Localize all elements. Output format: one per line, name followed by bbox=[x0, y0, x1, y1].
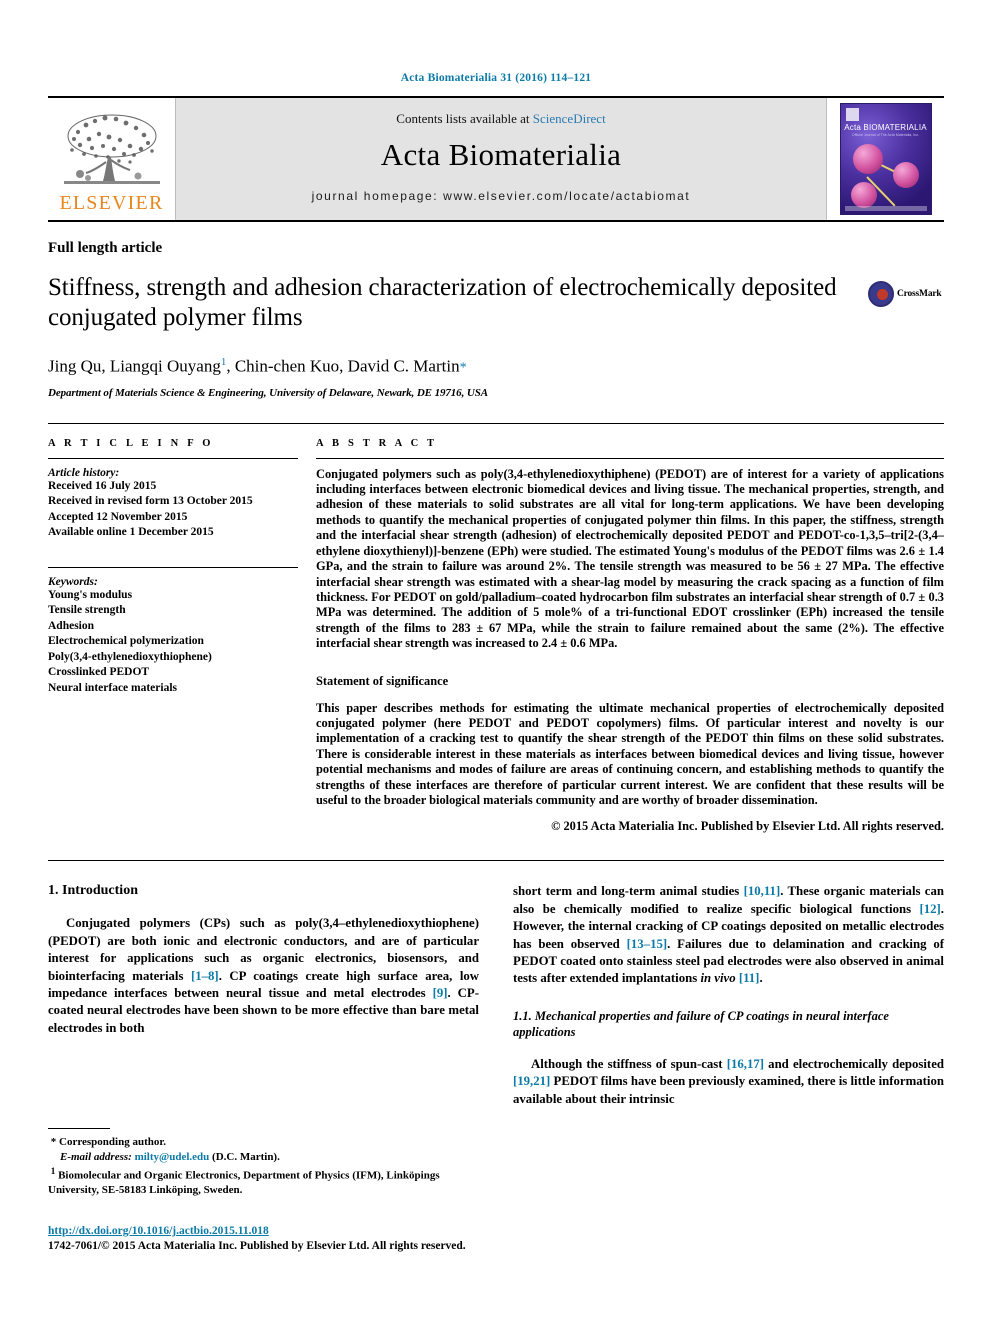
article-type: Full length article bbox=[48, 240, 163, 256]
in-vivo-italic: in vivo bbox=[700, 971, 736, 986]
keyword-item: Adhesion bbox=[48, 619, 95, 632]
keyword-item: Poly(3,4-ethylenedioxythiophene) bbox=[48, 650, 212, 663]
sub-text-a: Although the stiffness of spun-cast bbox=[531, 1056, 727, 1071]
keyword-item: Crosslinked PEDOT bbox=[48, 666, 150, 679]
cover-title: Acta BIOMATERIALIA bbox=[844, 123, 927, 132]
right-text-e: . bbox=[759, 971, 763, 986]
keyword-item: Young's modulus bbox=[48, 588, 133, 601]
corresponding-marker: * bbox=[50, 1136, 57, 1148]
intro-paragraph-right: short term and long-term animal studies … bbox=[513, 883, 944, 987]
history-item: Received in revised form 13 October 2015 bbox=[48, 495, 253, 508]
citation-ref[interactable]: [9] bbox=[433, 986, 448, 1000]
citation-ref[interactable]: [12] bbox=[919, 902, 940, 916]
journal-article-page: Acta Biomaterialia 31 (2016) 114–121 ELS… bbox=[0, 0, 992, 1323]
email-suffix: (D.C. Martin). bbox=[212, 1150, 280, 1163]
abstract-column: A B S T R A C T Conjugated polymers such… bbox=[316, 438, 944, 835]
crossmark-label: CrossMark bbox=[897, 289, 942, 299]
keywords-label: Keywords: bbox=[48, 575, 98, 588]
crossmark-icon bbox=[868, 281, 894, 307]
article-header: Full length article Stiffness, strength … bbox=[48, 222, 944, 834]
journal-cover-thumbnail: Acta BIOMATERIALIA Official Journal of T… bbox=[826, 98, 944, 220]
authors-part2: , Chin-chen Kuo, David C. Martin bbox=[226, 356, 460, 376]
email-link[interactable]: milty@udel.edu bbox=[135, 1151, 210, 1163]
sciencedirect-link[interactable]: ScienceDirect bbox=[533, 111, 606, 126]
cover-elsevier-icon bbox=[845, 108, 859, 121]
citation-ref[interactable]: [13–15] bbox=[627, 937, 668, 951]
issn-copyright: 1742-7061/© 2015 Acta Materialia Inc. Pu… bbox=[48, 1240, 466, 1252]
footnote-affiliation-1: 1 Biomolecular and Organic Electronics, … bbox=[48, 1164, 468, 1198]
statement-of-significance-text: This paper describes methods for estimat… bbox=[316, 700, 944, 807]
divider bbox=[48, 566, 298, 568]
authors-part1: Jing Qu, Liangqi Ouyang bbox=[48, 356, 221, 376]
right-text-a: short term and long-term animal studies bbox=[513, 884, 744, 899]
divider bbox=[48, 457, 298, 459]
section-heading-introduction: 1. Introduction bbox=[48, 883, 138, 899]
footnote-email: E-mail address: milty@udel.edu (D.C. Mar… bbox=[48, 1150, 468, 1165]
contents-prefix: Contents lists available at bbox=[396, 111, 533, 126]
email-label: E-mail address: bbox=[60, 1150, 132, 1163]
author-affiliation: Department of Materials Science & Engine… bbox=[48, 386, 488, 399]
info-abstract-section: A R T I C L E I N F O Article history: R… bbox=[48, 422, 944, 835]
citation-ref[interactable]: [10,11] bbox=[744, 884, 781, 898]
journal-masthead: ELSEVIER Contents lists available at Sci… bbox=[48, 96, 944, 222]
journal-homepage[interactable]: journal homepage: www.elsevier.com/locat… bbox=[312, 189, 691, 203]
keywords-block: Keywords: Young's modulus Tensile streng… bbox=[48, 566, 298, 697]
contents-line: Contents lists available at ScienceDirec… bbox=[396, 111, 605, 127]
footnote-marker-1: 1 bbox=[50, 1166, 56, 1176]
page-title: Stiffness, strength and adhesion charact… bbox=[48, 274, 837, 331]
keyword-item: Neural interface materials bbox=[48, 681, 178, 694]
citation-ref[interactable]: [1–8] bbox=[191, 969, 219, 983]
history-item: Accepted 12 November 2015 bbox=[48, 510, 188, 523]
cover-molecule-icon bbox=[852, 144, 883, 174]
cover-subtitle: Official Journal of The Acta Materialia,… bbox=[851, 133, 920, 137]
subsection-heading: 1.1. Mechanical properties and failure o… bbox=[513, 1008, 889, 1039]
doi-link[interactable]: http://dx.doi.org/10.1016/j.actbio.2015.… bbox=[48, 1224, 518, 1239]
publisher-logo: ELSEVIER bbox=[48, 98, 176, 220]
citation-ref[interactable]: [16,17] bbox=[727, 1057, 764, 1071]
subsection-paragraph: Although the stiffness of spun-cast [16,… bbox=[513, 1056, 944, 1108]
masthead-center: Contents lists available at ScienceDirec… bbox=[176, 98, 826, 220]
sub-text-b: and electrochemically deposited bbox=[764, 1056, 944, 1071]
statement-of-significance-heading: Statement of significance bbox=[316, 673, 449, 688]
footnote-divider bbox=[48, 1128, 110, 1129]
abstract-text: Conjugated polymers such as poly(3,4-eth… bbox=[316, 466, 944, 651]
intro-paragraph-left: Conjugated polymers (CPs) such as poly(3… bbox=[48, 915, 479, 1037]
article-history-label: Article history: bbox=[48, 466, 120, 479]
abstract-heading: A B S T R A C T bbox=[316, 437, 438, 449]
sub-text-c: PEDOT films have been previously examine… bbox=[513, 1074, 944, 1106]
author-list: Jing Qu, Liangqi Ouyang1, Chin-chen Kuo,… bbox=[48, 351, 850, 380]
cover-image: Acta BIOMATERIALIA Official Journal of T… bbox=[839, 103, 932, 215]
running-head: Acta Biomaterialia 31 (2016) 114–121 bbox=[400, 72, 592, 84]
doi-block: http://dx.doi.org/10.1016/j.actbio.2015.… bbox=[48, 1224, 518, 1254]
article-info-heading: A R T I C L E I N F O bbox=[48, 437, 214, 449]
cover-molecule-icon bbox=[850, 182, 877, 208]
keyword-item: Tensile strength bbox=[48, 604, 126, 617]
elsevier-tree-icon bbox=[63, 114, 160, 184]
crossmark-badge[interactable]: CrossMark bbox=[868, 281, 944, 307]
keyword-item: Electrochemical polymerization bbox=[48, 635, 204, 648]
history-item: Received 16 July 2015 bbox=[48, 479, 157, 492]
footnotes-block: * Corresponding author. E-mail address: … bbox=[48, 1128, 468, 1198]
copyright-line: © 2015 Acta Materialia Inc. Published by… bbox=[551, 819, 944, 834]
footnote-corresponding: * Corresponding author. bbox=[48, 1135, 468, 1150]
cover-footer-bar bbox=[844, 206, 927, 211]
divider bbox=[316, 457, 944, 459]
footnote-1-text: Biomolecular and Organic Electronics, De… bbox=[48, 1169, 440, 1197]
elsevier-wordmark: ELSEVIER bbox=[59, 192, 164, 214]
corresponding-text: Corresponding author. bbox=[59, 1136, 166, 1148]
cover-molecule-icon bbox=[892, 162, 919, 188]
journal-title: Acta Biomaterialia bbox=[380, 137, 622, 172]
history-item: Available online 1 December 2015 bbox=[48, 526, 214, 539]
body-columns: 1. Introduction Conjugated polymers (CPs… bbox=[48, 861, 944, 1108]
body-column-right: short term and long-term animal studies … bbox=[513, 883, 944, 1108]
corresponding-author-marker[interactable]: * bbox=[460, 361, 467, 376]
article-info-column: A R T I C L E I N F O Article history: R… bbox=[48, 438, 316, 835]
citation-ref[interactable]: [11] bbox=[739, 971, 760, 985]
body-column-left: 1. Introduction Conjugated polymers (CPs… bbox=[48, 883, 479, 1108]
citation-ref[interactable]: [19,21] bbox=[513, 1074, 550, 1088]
